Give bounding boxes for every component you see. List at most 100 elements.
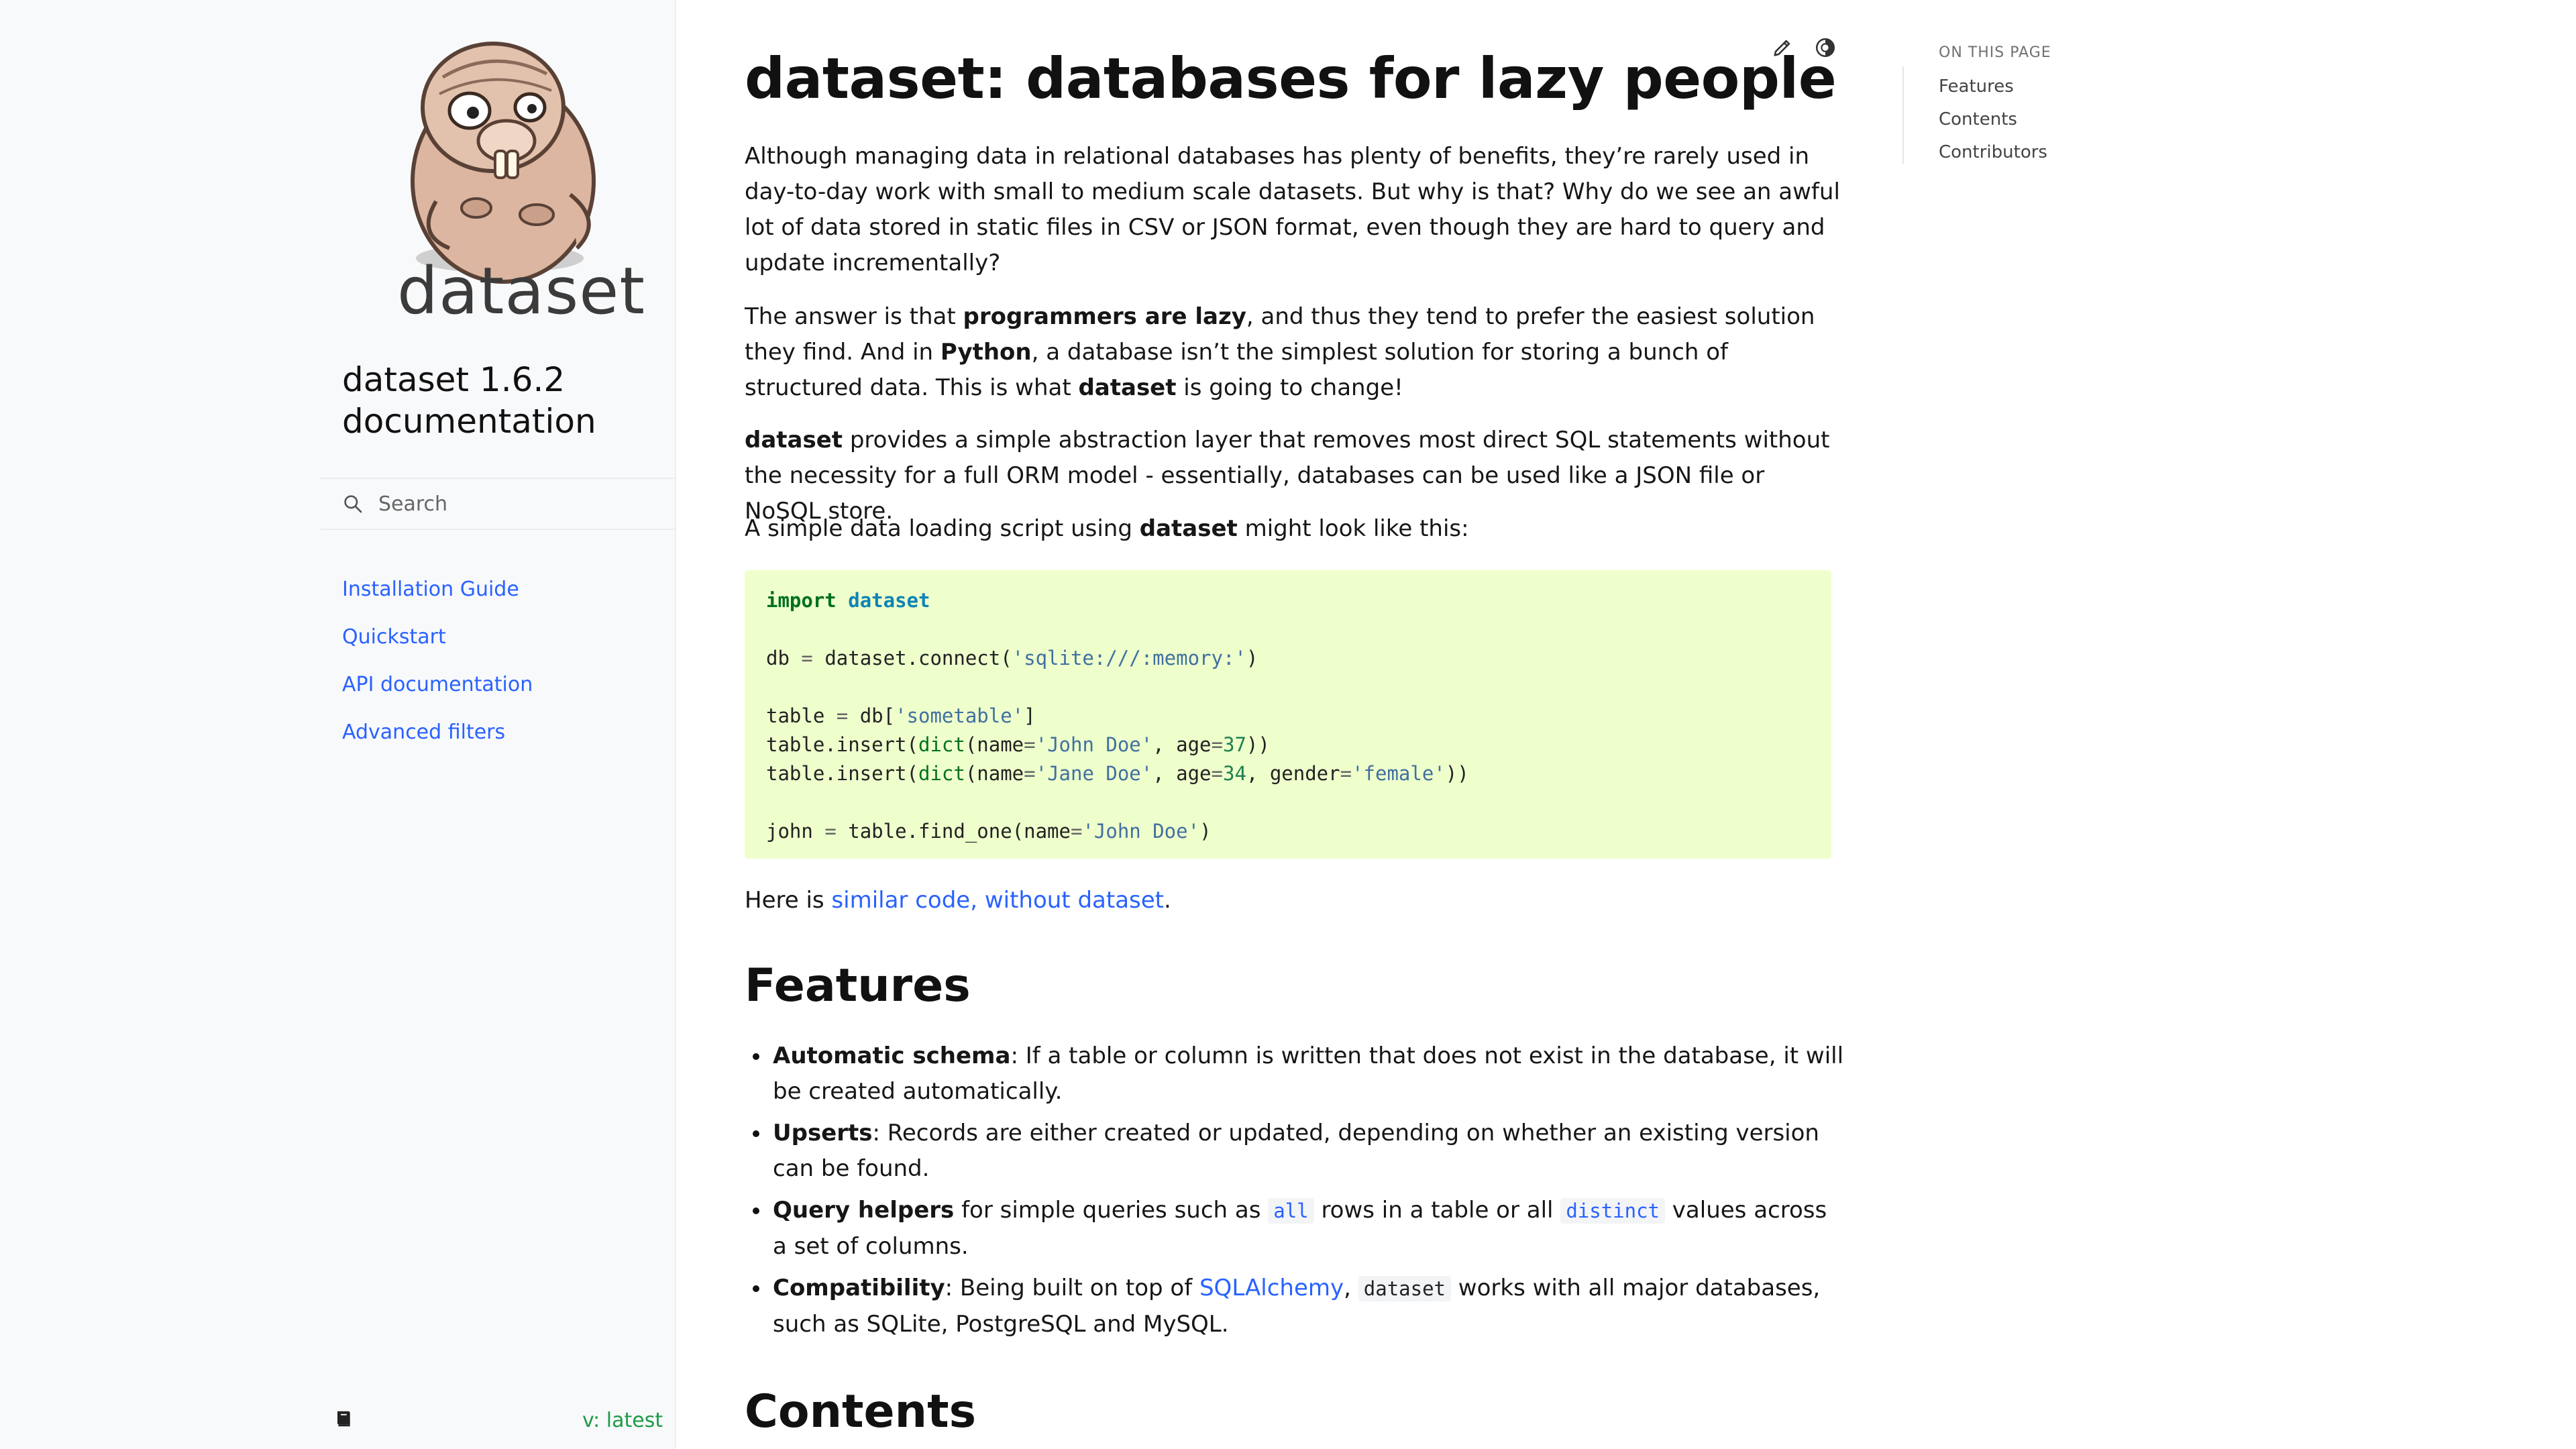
similar-code-paragraph: Here is similar code, without dataset. [745,883,1845,918]
code-token: = [1024,762,1036,785]
intro-text-1: Although managing data in relational dat… [745,143,1840,276]
code-token: , gender [1246,762,1340,785]
feature-text: rows in a table or all [1313,1197,1561,1224]
page-title: dataset: databases for lazy people [745,46,1837,111]
list-item: Compatibility: Being built on top of SQL… [753,1271,1846,1342]
feature-text: : Records are either created or updated,… [773,1120,1819,1182]
code-token: ] [1024,704,1036,727]
page-actions [1771,36,1837,59]
code-token: 37 [1223,733,1246,756]
logo-wordmark: dataset [397,254,645,329]
text-segment: A simple data loading script using [745,515,1140,542]
feature-title: Query helpers [773,1197,955,1224]
bold-programmers-are-lazy: programmers are lazy [963,303,1246,330]
list-item: Automatic schema: If a table or column i… [753,1038,1846,1110]
code-token: = [1070,820,1083,843]
bold-dataset: dataset [1078,374,1177,401]
feature-text: : Being built on top of [945,1275,1199,1301]
toc-item-features[interactable]: Features [1939,74,2051,107]
code-token: = [801,647,813,669]
code-token: table [766,704,837,727]
code-token: , age [1152,733,1212,756]
toc-item-contributors[interactable]: Contributors [1939,140,2051,173]
bold-python: Python [940,339,1032,366]
code-token: 'sometable' [895,704,1024,727]
sidebar-item-quickstart[interactable]: Quickstart [342,623,533,671]
code-block[interactable]: import dataset db = dataset.connect('sql… [745,570,1831,859]
inline-code-distinct[interactable]: distinct [1560,1198,1665,1224]
text-segment: provides a simple abstraction layer that… [745,427,1830,525]
code-token: = [1024,733,1036,756]
text-segment: Here is [745,887,832,914]
code-line: john = table.find_one(name='John Doe') [766,817,1810,846]
contents-heading: Contents [745,1385,977,1438]
toc-label: ON THIS PAGE [1939,44,2051,61]
feature-title: Upserts [773,1120,873,1146]
intro-paragraph-1: Although managing data in relational dat… [745,139,1845,281]
text-segment: . [1164,887,1171,914]
code-line: db = dataset.connect('sqlite:///:memory:… [766,644,1810,673]
toc-list: Features Contents Contributors [1902,66,2051,164]
code-line: table.insert(dict(name='Jane Doe', age=3… [766,759,1810,788]
sidebar-item-installation-guide[interactable]: Installation Guide [342,576,533,623]
code-token: ) [1199,820,1212,843]
intro-paragraph-2: The answer is that programmers are lazy,… [745,299,1845,406]
text-segment: The answer is that [745,303,963,330]
code-token: 'Jane Doe' [1035,762,1153,785]
code-token: db [766,647,802,669]
sqlalchemy-link[interactable]: SQLAlchemy [1199,1275,1344,1301]
features-heading: Features [745,959,971,1012]
feature-title: Automatic schema [773,1042,1011,1069]
version-badge[interactable]: v: latest [582,1409,663,1432]
code-token: = [824,820,837,843]
features-list: Automatic schema: If a table or column i… [753,1038,1846,1348]
toc-item-contents[interactable]: Contents [1939,107,2051,140]
similar-code-link[interactable]: similar code, without dataset [831,887,1164,914]
code-token: (name [965,762,1024,785]
bold-dataset: dataset [1139,515,1238,542]
search-input[interactable] [378,492,667,516]
search-icon [344,495,362,513]
code-token: 'John Doe' [1082,820,1200,843]
code-token: dataset.connect( [812,647,1012,669]
code-line: table.insert(dict(name='John Doe', age=3… [766,731,1810,759]
code-token: 34 [1223,762,1246,785]
feature-text: , [1344,1275,1358,1301]
code-line: table = db['sometable'] [766,702,1810,731]
book-icon[interactable] [334,1409,354,1429]
sidebar: dataset dataset 1.6.2 documentation Inst… [0,0,676,1449]
list-item: Upserts: Records are either created or u… [753,1116,1846,1187]
code-token: ) [1246,647,1258,669]
code-token: )) [1445,762,1469,785]
search-box[interactable] [321,478,676,530]
code-token: , age [1152,762,1212,785]
contrast-icon[interactable] [1814,36,1837,59]
code-token: dict [918,733,965,756]
code-token: table.insert( [766,762,918,785]
code-line: import dataset [766,586,1810,615]
sidebar-item-advanced-filters[interactable]: Advanced filters [342,718,533,766]
code-token: db[ [848,704,896,727]
pencil-icon[interactable] [1771,36,1794,59]
code-token: table.find_one(name [836,820,1071,843]
code-token: dataset [848,589,930,612]
code-token: john [766,820,825,843]
intro-paragraph-4: A simple data loading script using datas… [745,511,1845,547]
code-token: = [1340,762,1352,785]
code-token: table.insert( [766,733,918,756]
list-item: Query helpers for simple queries such as… [753,1193,1846,1265]
text-segment: is going to change! [1176,374,1403,401]
sidebar-item-api-documentation[interactable]: API documentation [342,671,533,718]
code-token: )) [1246,733,1270,756]
sidebar-nav: Installation Guide Quickstart API docume… [342,576,533,766]
inline-code-all[interactable]: all [1268,1198,1314,1224]
bold-dataset: dataset [745,427,843,453]
on-this-page-toc: ON THIS PAGE Features Contents Contribut… [1902,44,2051,164]
code-token: 'John Doe' [1035,733,1153,756]
code-token: = [836,704,849,727]
project-title[interactable]: dataset 1.6.2 documentation [342,359,664,442]
feature-text: for simple queries such as [954,1197,1269,1224]
